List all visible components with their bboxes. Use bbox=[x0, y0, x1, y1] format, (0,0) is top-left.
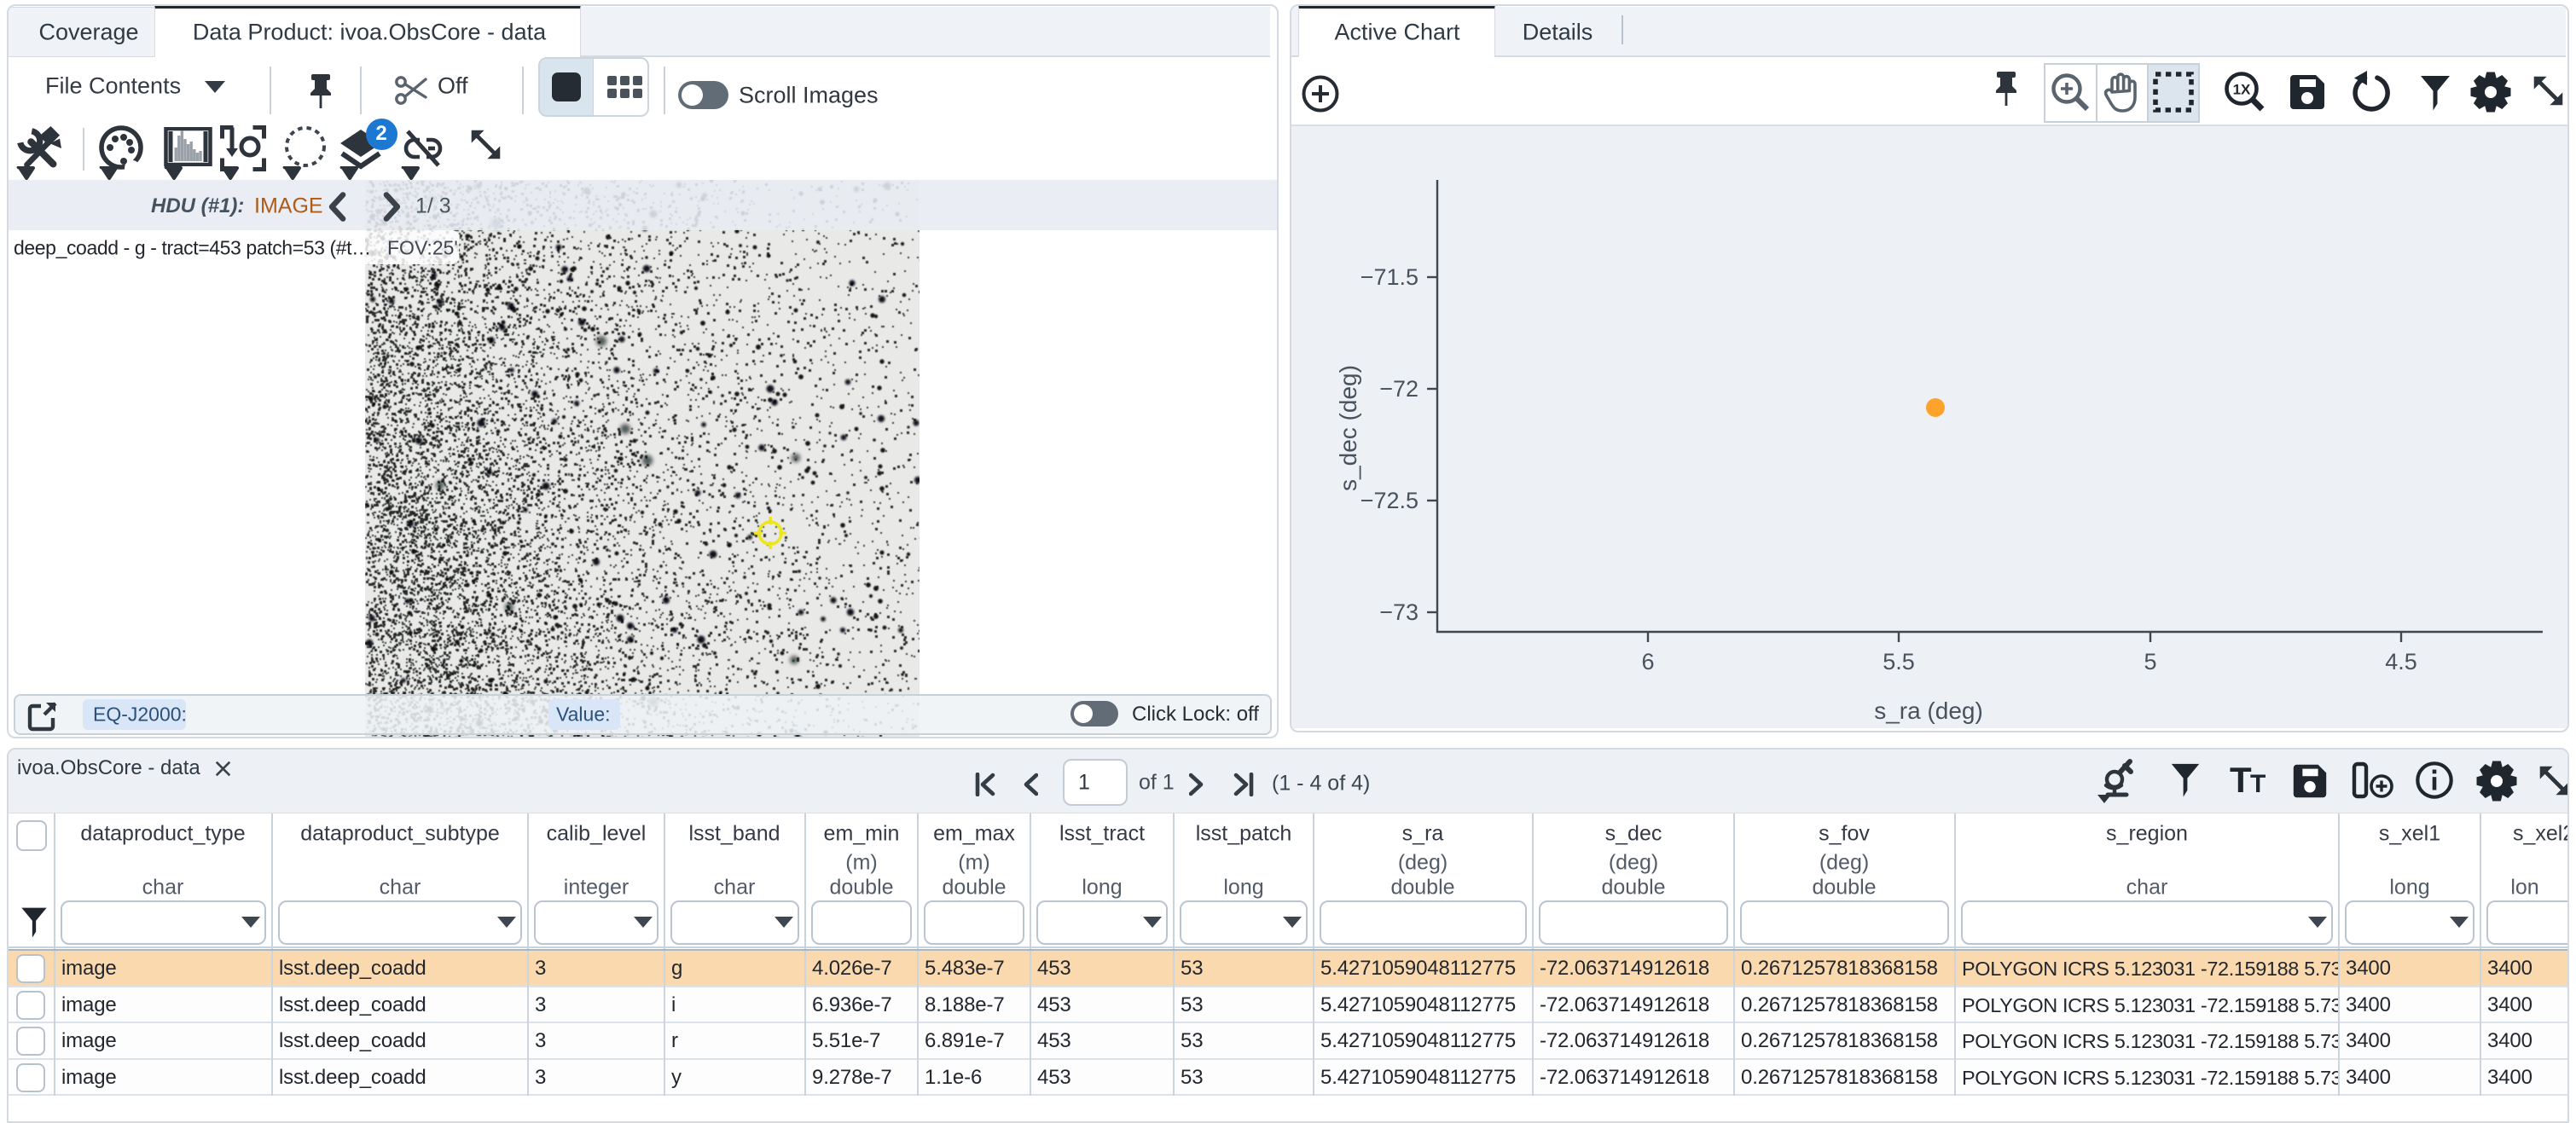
svg-text:1X: 1X bbox=[2233, 82, 2251, 98]
svg-text:T: T bbox=[2230, 764, 2252, 798]
svg-text:s_dec (deg): s_dec (deg) bbox=[1335, 365, 1361, 491]
svg-text:−72.5: −72.5 bbox=[1361, 488, 1419, 513]
svg-text:T: T bbox=[2250, 770, 2266, 798]
svg-text:−72: −72 bbox=[1379, 376, 1419, 402]
svg-text:5.5: 5.5 bbox=[1883, 649, 1915, 674]
svg-text:−73: −73 bbox=[1379, 599, 1419, 625]
svg-text:6: 6 bbox=[1641, 649, 1654, 674]
svg-text:4.5: 4.5 bbox=[2385, 649, 2417, 674]
svg-text:5: 5 bbox=[2144, 649, 2156, 674]
svg-text:s_ra (deg): s_ra (deg) bbox=[1874, 698, 1983, 724]
svg-text:−71.5: −71.5 bbox=[1361, 264, 1419, 290]
